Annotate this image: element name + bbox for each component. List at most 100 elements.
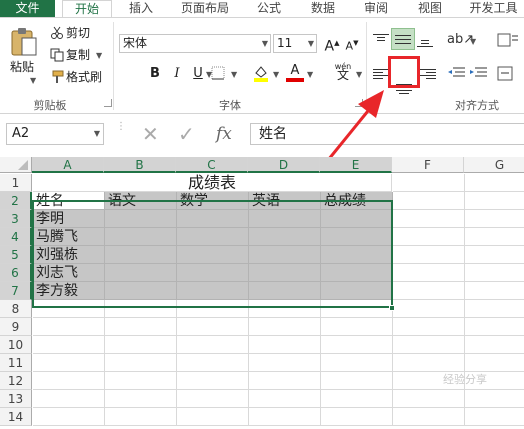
cell[interactable] — [465, 300, 524, 318]
cell[interactable] — [321, 300, 393, 318]
tab-data[interactable]: 数据 — [304, 0, 342, 17]
merge-center-icon[interactable] — [497, 66, 519, 82]
row-header[interactable]: 12 — [0, 372, 32, 390]
cell[interactable] — [105, 246, 177, 264]
cell[interactable] — [249, 390, 321, 408]
cell[interactable] — [105, 408, 177, 426]
font-name-select[interactable]: 宋体 ▼ — [119, 34, 271, 53]
cell[interactable] — [249, 246, 321, 264]
cell[interactable] — [249, 228, 321, 246]
cell[interactable] — [177, 336, 249, 354]
cell[interactable] — [393, 408, 465, 426]
font-color-dropdown-icon[interactable]: ▼ — [307, 70, 313, 79]
borders-icon[interactable] — [211, 66, 225, 80]
orientation-dropdown-icon[interactable]: ▼ — [470, 37, 476, 46]
cell[interactable] — [321, 390, 393, 408]
cell[interactable] — [249, 264, 321, 282]
cut-button[interactable]: 剪切 — [66, 24, 90, 42]
name-cell[interactable]: 刘志飞 — [33, 264, 105, 282]
cell[interactable] — [33, 354, 105, 372]
select-all-button[interactable] — [0, 157, 32, 173]
cell[interactable] — [177, 318, 249, 336]
orientation-icon[interactable]: ab↗ — [447, 32, 474, 48]
tab-home[interactable]: 开始 — [62, 0, 112, 18]
cell[interactable] — [177, 354, 249, 372]
fill-handle[interactable] — [389, 305, 395, 311]
tab-developer[interactable]: 开发工具 — [463, 0, 524, 17]
name-cell[interactable]: 马腾飞 — [33, 228, 105, 246]
cell[interactable] — [33, 408, 105, 426]
cell[interactable] — [465, 336, 524, 354]
cell[interactable] — [105, 300, 177, 318]
cell[interactable] — [393, 282, 465, 300]
paste-icon[interactable] — [8, 26, 40, 58]
cell[interactable] — [321, 408, 393, 426]
cell[interactable] — [105, 354, 177, 372]
decrease-indent-icon[interactable] — [447, 66, 465, 80]
cell[interactable] — [105, 318, 177, 336]
cell[interactable] — [465, 192, 524, 210]
tab-insert[interactable]: 插入 — [122, 0, 160, 17]
header-cell[interactable]: 总成绩 — [321, 192, 393, 210]
cell[interactable] — [321, 318, 393, 336]
grow-font-button[interactable]: A▲ — [323, 34, 341, 55]
font-size-select[interactable]: 11 ▼ — [273, 34, 317, 53]
row-header[interactable]: 5 — [0, 246, 32, 264]
borders-dropdown-icon[interactable]: ▼ — [231, 70, 237, 79]
italic-button[interactable]: I — [168, 65, 186, 83]
row-header[interactable]: 4 — [0, 228, 32, 246]
format-painter-button[interactable]: 格式刷 — [66, 68, 102, 86]
row-header[interactable]: 13 — [0, 390, 32, 408]
align-middle-button[interactable] — [391, 28, 415, 50]
cell[interactable] — [177, 282, 249, 300]
cell[interactable] — [321, 228, 393, 246]
cell[interactable] — [33, 336, 105, 354]
cell[interactable] — [177, 300, 249, 318]
font-color-icon[interactable]: A — [286, 64, 304, 82]
align-right-icon[interactable] — [420, 68, 436, 82]
name-box[interactable]: A2 ▼ — [6, 123, 104, 145]
tab-file[interactable]: 文件 — [0, 0, 55, 17]
name-cell[interactable]: 李明 — [33, 210, 105, 228]
column-header-f[interactable]: F — [392, 157, 464, 173]
cell[interactable] — [465, 228, 524, 246]
phonetic-dropdown-icon[interactable]: ▼ — [356, 70, 362, 79]
tab-review[interactable]: 审阅 — [357, 0, 395, 17]
copy-dropdown-icon[interactable]: ▼ — [96, 51, 102, 60]
cell[interactable] — [465, 390, 524, 408]
row-header[interactable]: 10 — [0, 336, 32, 354]
row-header[interactable]: 14 — [0, 408, 32, 426]
row-header[interactable]: 2 — [0, 192, 32, 210]
cell[interactable] — [321, 264, 393, 282]
cell[interactable] — [393, 246, 465, 264]
cell[interactable] — [249, 318, 321, 336]
header-cell[interactable]: 姓名 — [33, 192, 105, 210]
cell[interactable] — [465, 174, 524, 192]
cell[interactable] — [249, 408, 321, 426]
cell[interactable] — [177, 264, 249, 282]
cell[interactable] — [465, 246, 524, 264]
copy-button[interactable]: 复制 — [66, 46, 90, 64]
row-header[interactable]: 9 — [0, 318, 32, 336]
cell[interactable] — [321, 372, 393, 390]
cell[interactable] — [249, 354, 321, 372]
paste-dropdown-icon[interactable]: ▼ — [30, 76, 36, 85]
cell[interactable] — [321, 336, 393, 354]
cell[interactable] — [465, 318, 524, 336]
phonetic-icon[interactable]: wén 文 — [330, 62, 356, 82]
cell[interactable] — [465, 264, 524, 282]
cell[interactable] — [177, 408, 249, 426]
cell[interactable] — [393, 174, 465, 192]
tab-page-layout[interactable]: 页面布局 — [175, 0, 235, 17]
row-header[interactable]: 8 — [0, 300, 32, 318]
column-header-d[interactable]: D — [248, 157, 320, 173]
cell[interactable] — [321, 246, 393, 264]
cell[interactable] — [321, 282, 393, 300]
cell[interactable] — [249, 210, 321, 228]
cell[interactable] — [393, 300, 465, 318]
cell[interactable] — [177, 228, 249, 246]
cell[interactable] — [33, 372, 105, 390]
fill-color-dropdown-icon[interactable]: ▼ — [273, 70, 279, 79]
cell[interactable] — [321, 210, 393, 228]
sheet-title-cell[interactable]: 成绩表 — [33, 174, 392, 192]
